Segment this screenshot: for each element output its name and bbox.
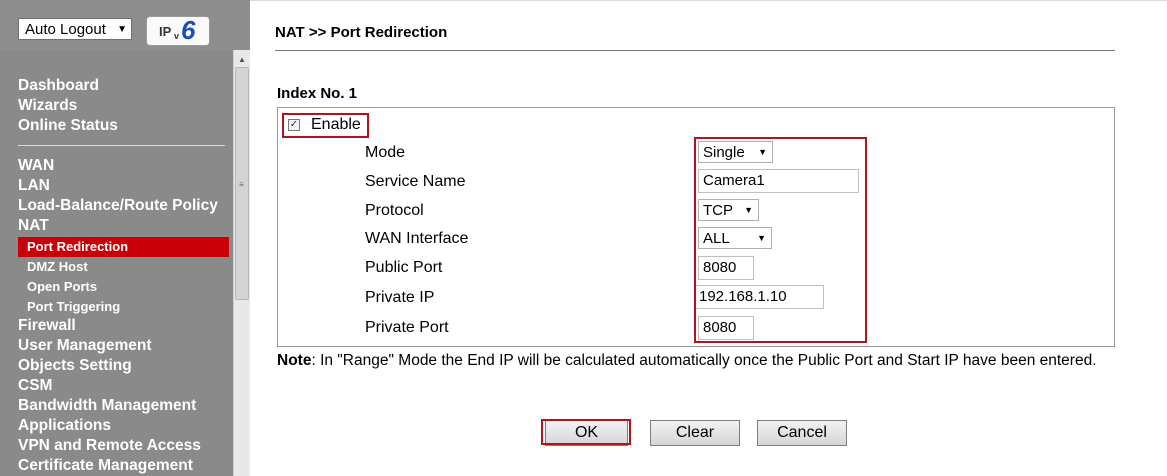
- title-divider: [275, 50, 1115, 51]
- enable-label: Enable: [311, 116, 361, 133]
- wan-interface-label: WAN Interface: [365, 230, 469, 247]
- top-divider: [250, 0, 1167, 1]
- scroll-up-icon[interactable]: ▲: [234, 53, 250, 67]
- note-text: Note: In "Range" Mode the End IP will be…: [277, 350, 1097, 372]
- private-port-label: Private Port: [365, 319, 449, 336]
- ipv6-logo: IP v 6: [146, 15, 210, 46]
- sidebar-item-wizards[interactable]: Wizards: [18, 96, 77, 116]
- sidebar-header: Auto Logout ▼ IP v 6: [0, 0, 250, 50]
- sidebar-item-certificate-management[interactable]: Certificate Management: [18, 456, 193, 476]
- sidebar-item-applications[interactable]: Applications: [18, 416, 111, 436]
- sidebar-item-objects-setting[interactable]: Objects Setting: [18, 356, 132, 376]
- cancel-button[interactable]: Cancel: [757, 420, 847, 446]
- sidebar-item-csm[interactable]: CSM: [18, 376, 52, 396]
- sidebar-subitem-dmz-host[interactable]: DMZ Host: [27, 257, 88, 277]
- sidebar-menu: Dashboard Wizards Online Status WAN LAN …: [0, 50, 232, 476]
- sidebar-subitem-port-triggering[interactable]: Port Triggering: [27, 297, 120, 317]
- grip-icon: ≡: [239, 180, 244, 189]
- sidebar-subitem-port-redirection[interactable]: Port Redirection: [18, 237, 229, 257]
- check-icon: ✓: [289, 119, 299, 130]
- ok-highlight: [541, 419, 631, 445]
- sidebar-subitem-open-ports[interactable]: Open Ports: [27, 277, 97, 297]
- sidebar-item-lan[interactable]: LAN: [18, 176, 50, 196]
- protocol-label: Protocol: [365, 202, 424, 219]
- auto-logout-select[interactable]: Auto Logout ▼: [18, 18, 132, 40]
- sidebar-item-wan[interactable]: WAN: [18, 156, 54, 176]
- sidebar-item-bandwidth-management[interactable]: Bandwidth Management: [18, 396, 196, 416]
- mode-label: Mode: [365, 144, 406, 161]
- scrollbar-thumb[interactable]: ≡: [235, 67, 249, 300]
- sidebar-item-vpn[interactable]: VPN and Remote Access: [18, 436, 201, 456]
- sidebar-item-firewall[interactable]: Firewall: [18, 316, 76, 336]
- sidebar-divider: [18, 145, 225, 146]
- sidebar-item-load-balance[interactable]: Load-Balance/Route Policy: [18, 196, 218, 216]
- auto-logout-value: Auto Logout: [25, 21, 106, 38]
- public-port-label: Public Port: [365, 259, 443, 276]
- fields-highlight: [694, 137, 867, 343]
- clear-button[interactable]: Clear: [650, 420, 740, 446]
- service-name-label: Service Name: [365, 173, 466, 190]
- index-label: Index No. 1: [277, 85, 358, 102]
- note-body: : In "Range" Mode the End IP will be cal…: [311, 352, 1097, 369]
- sidebar-item-user-management[interactable]: User Management: [18, 336, 152, 356]
- sidebar-item-nat[interactable]: NAT: [18, 216, 49, 236]
- page-title: NAT >> Port Redirection: [275, 24, 448, 41]
- sidebar-item-dashboard[interactable]: Dashboard: [18, 76, 99, 96]
- sidebar-scrollbar[interactable]: ▲ ≡: [233, 50, 250, 476]
- sidebar: Auto Logout ▼ IP v 6 Dashboard Wizards O…: [0, 0, 250, 476]
- note-bold: Note: [277, 352, 312, 369]
- sidebar-item-online-status[interactable]: Online Status: [18, 116, 118, 136]
- chevron-down-icon: ▼: [117, 24, 127, 35]
- private-ip-label: Private IP: [365, 289, 435, 306]
- enable-checkbox[interactable]: ✓: [288, 119, 300, 131]
